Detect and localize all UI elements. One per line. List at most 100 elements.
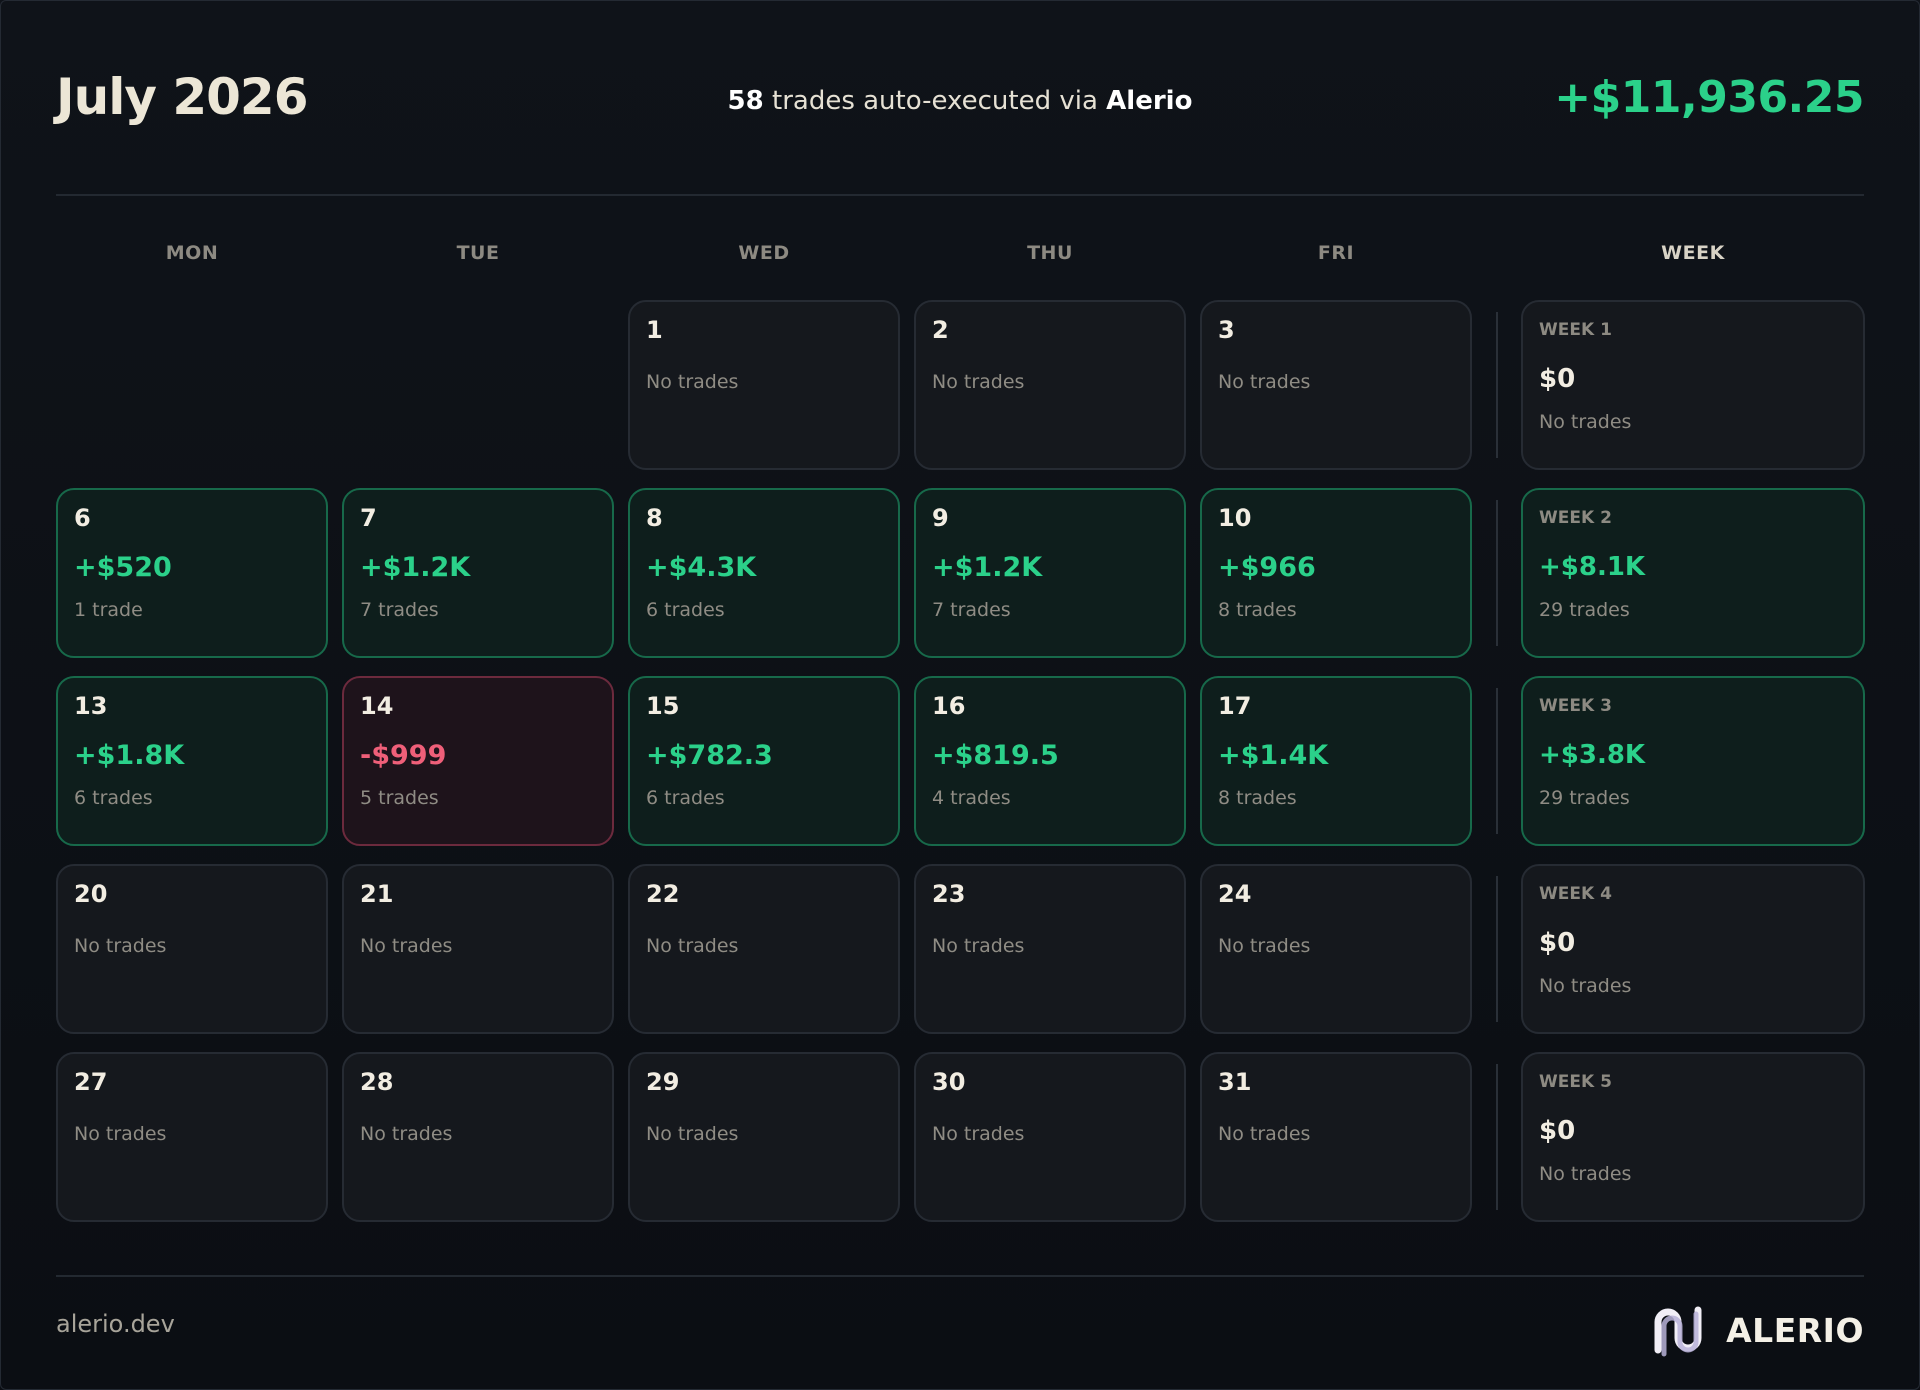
brand-name: Alerio <box>1106 86 1193 116</box>
week-separator <box>1496 688 1498 834</box>
day-number: 9 <box>932 504 949 532</box>
weekday-label-tue: TUE <box>456 242 500 264</box>
week-separator <box>1496 500 1498 646</box>
day-cell-17[interactable]: 17 +$1.4K 8 trades <box>1200 676 1472 846</box>
week-summary-1[interactable]: WEEK 1 $0 No trades <box>1521 300 1865 470</box>
day-pnl: +$1.2K <box>360 552 471 583</box>
day-number: 1 <box>646 316 663 344</box>
weekday-label-wed: WED <box>738 242 790 264</box>
day-trade-count: No trades <box>1218 935 1311 957</box>
day-cell-21[interactable]: 21 No trades <box>342 864 614 1034</box>
week-pnl: $0 <box>1539 1116 1576 1146</box>
weekday-label-mon: MON <box>165 242 219 264</box>
day-trade-count: 1 trade <box>74 599 143 621</box>
week-pnl: $0 <box>1539 364 1576 394</box>
day-cell-27[interactable]: 27 No trades <box>56 1052 328 1222</box>
day-cell-7[interactable]: 7 +$1.2K 7 trades <box>342 488 614 658</box>
day-trade-count: 4 trades <box>932 787 1011 809</box>
day-trade-count: 6 trades <box>646 599 725 621</box>
day-number: 15 <box>646 692 680 720</box>
day-number: 27 <box>74 1068 108 1096</box>
day-number: 10 <box>1218 504 1252 532</box>
day-cell-29[interactable]: 29 No trades <box>628 1052 900 1222</box>
trade-count: 58 <box>727 86 764 116</box>
month-total-pnl: +$11,936.25 <box>1554 72 1864 123</box>
week-separator <box>1496 876 1498 1022</box>
day-trade-count: No trades <box>1218 1123 1311 1145</box>
day-cell-13[interactable]: 13 +$1.8K 6 trades <box>56 676 328 846</box>
day-cell-16[interactable]: 16 +$819.5 4 trades <box>914 676 1186 846</box>
day-trade-count: No trades <box>360 1123 453 1145</box>
day-trade-count: 6 trades <box>74 787 153 809</box>
day-cell-10[interactable]: 10 +$966 8 trades <box>1200 488 1472 658</box>
day-number: 29 <box>646 1068 680 1096</box>
day-number: 16 <box>932 692 966 720</box>
alerio-logo-icon <box>1654 1306 1702 1357</box>
day-number: 21 <box>360 880 394 908</box>
header-divider <box>56 194 1864 196</box>
day-trade-count: 7 trades <box>360 599 439 621</box>
week-label: WEEK 4 <box>1539 884 1612 904</box>
day-trade-count: No trades <box>932 371 1025 393</box>
day-cell-1[interactable]: 1 No trades <box>628 300 900 470</box>
day-number: 13 <box>74 692 108 720</box>
week-label: WEEK 5 <box>1539 1072 1612 1092</box>
logo-wordmark: ALERIO <box>1726 1310 1864 1350</box>
weekday-label-thu: THU <box>1027 242 1073 264</box>
day-trade-count: 7 trades <box>932 599 1011 621</box>
day-number: 30 <box>932 1068 966 1096</box>
week-summary-3[interactable]: WEEK 3 +$3.8K 29 trades <box>1521 676 1865 846</box>
week-trade-count: 29 trades <box>1539 599 1630 621</box>
day-cell-8[interactable]: 8 +$4.3K 6 trades <box>628 488 900 658</box>
day-cell-20[interactable]: 20 No trades <box>56 864 328 1034</box>
day-trade-count: 8 trades <box>1218 787 1297 809</box>
day-cell-2[interactable]: 2 No trades <box>914 300 1186 470</box>
week-trade-count: No trades <box>1539 975 1632 997</box>
day-cell-15[interactable]: 15 +$782.3 6 trades <box>628 676 900 846</box>
day-pnl: +$782.3 <box>646 740 773 771</box>
day-pnl: +$520 <box>74 552 172 583</box>
day-trade-count: No trades <box>360 935 453 957</box>
week-trade-count: No trades <box>1539 1163 1632 1185</box>
day-cell-28[interactable]: 28 No trades <box>342 1052 614 1222</box>
day-trade-count: 6 trades <box>646 787 725 809</box>
day-number: 28 <box>360 1068 394 1096</box>
day-cell-24[interactable]: 24 No trades <box>1200 864 1472 1034</box>
day-number: 2 <box>932 316 949 344</box>
week-summary-2[interactable]: WEEK 2 +$8.1K 29 trades <box>1521 488 1865 658</box>
week-separator <box>1496 1064 1498 1210</box>
day-pnl: +$819.5 <box>932 740 1059 771</box>
day-cell-14[interactable]: 14 -$999 5 trades <box>342 676 614 846</box>
day-trade-count: No trades <box>74 1123 167 1145</box>
week-label: WEEK 3 <box>1539 696 1612 716</box>
week-summary-4[interactable]: WEEK 4 $0 No trades <box>1521 864 1865 1034</box>
day-pnl: +$966 <box>1218 552 1316 583</box>
day-pnl: +$1.8K <box>74 740 185 771</box>
trade-summary-text: trades auto-executed via <box>763 86 1107 116</box>
day-cell-6[interactable]: 6 +$520 1 trade <box>56 488 328 658</box>
brand-logo: ALERIO <box>1648 1300 1864 1360</box>
day-cell-23[interactable]: 23 No trades <box>914 864 1186 1034</box>
day-cell-9[interactable]: 9 +$1.2K 7 trades <box>914 488 1186 658</box>
day-number: 24 <box>1218 880 1252 908</box>
day-cell-31[interactable]: 31 No trades <box>1200 1052 1472 1222</box>
day-trade-count: No trades <box>646 935 739 957</box>
day-cell-3[interactable]: 3 No trades <box>1200 300 1472 470</box>
day-cell-30[interactable]: 30 No trades <box>914 1052 1186 1222</box>
day-cell-22[interactable]: 22 No trades <box>628 864 900 1034</box>
day-pnl: +$1.2K <box>932 552 1043 583</box>
day-number: 3 <box>1218 316 1235 344</box>
day-number: 7 <box>360 504 377 532</box>
day-number: 20 <box>74 880 108 908</box>
week-summary-5[interactable]: WEEK 5 $0 No trades <box>1521 1052 1865 1222</box>
day-pnl: +$1.4K <box>1218 740 1329 771</box>
day-number: 8 <box>646 504 663 532</box>
day-trade-count: No trades <box>1218 371 1311 393</box>
header: July 2026 58 trades auto-executed via Al… <box>56 60 1864 140</box>
footer-url[interactable]: alerio.dev <box>56 1310 175 1338</box>
week-label: WEEK 1 <box>1539 320 1612 340</box>
day-number: 6 <box>74 504 91 532</box>
day-trade-count: No trades <box>932 1123 1025 1145</box>
day-number: 22 <box>646 880 680 908</box>
footer-divider <box>56 1275 1864 1277</box>
